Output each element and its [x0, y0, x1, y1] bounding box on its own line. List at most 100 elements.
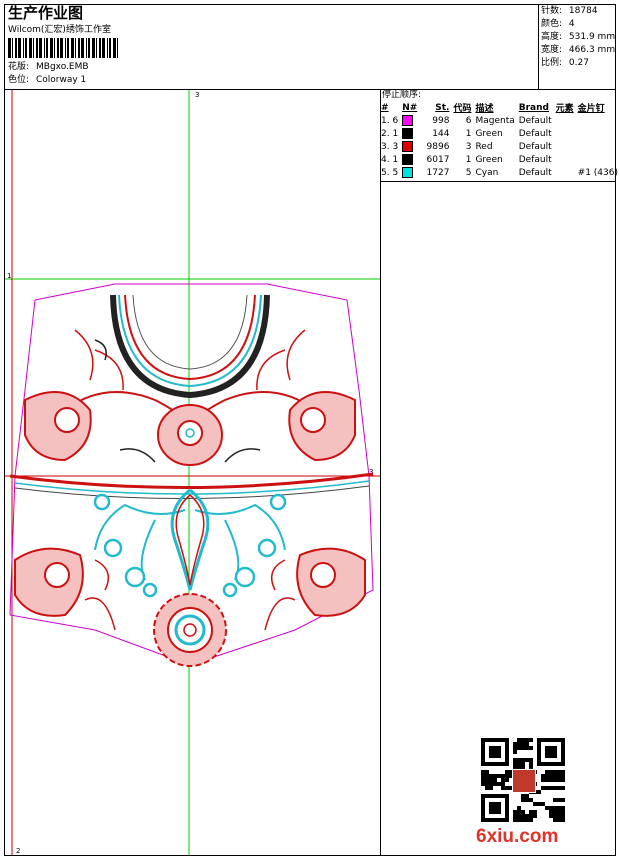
qr-module: [505, 778, 509, 782]
qr-module: [545, 774, 549, 778]
spec-row: 比例: 0.27: [541, 58, 615, 71]
watermark-text: 6xiu.com: [476, 826, 559, 847]
qr-module: [553, 750, 557, 754]
qr-module: [545, 762, 549, 766]
qr-module: [561, 750, 565, 754]
stop-sequence-title: 停止顺序:: [382, 90, 422, 100]
qr-module: [493, 806, 497, 810]
color-swatch: [402, 167, 414, 178]
qr-module: [561, 818, 565, 822]
qr-module: [481, 754, 485, 758]
qr-module: [481, 794, 485, 798]
qr-module: [561, 814, 565, 818]
qr-module: [541, 774, 545, 778]
qr-module: [557, 738, 561, 742]
cell-index: 5. 5: [381, 167, 399, 178]
qr-module: [505, 786, 509, 790]
barcode-bar: [92, 38, 95, 58]
qr-module: [537, 802, 541, 806]
col-code: 代码: [453, 104, 472, 114]
barcode-bar: [39, 38, 42, 58]
qr-module: [489, 778, 493, 782]
table-row: 1. 6 998 6 Magenta Default: [379, 114, 620, 127]
table-header-row: # N# St. 代码 描述 Brand 元素 金片钉: [379, 101, 620, 115]
col-element: 元素: [555, 104, 574, 114]
qr-module: [557, 814, 561, 818]
qr-module: [533, 814, 537, 818]
qr-module: [489, 782, 493, 786]
qr-module: [541, 778, 545, 782]
barcode-bar: [25, 38, 27, 58]
qr-module: [553, 778, 557, 782]
leaf-motif-lower-right: [296, 547, 366, 617]
cell-color-swatch: [400, 166, 422, 179]
qr-module: [537, 742, 541, 746]
qr-module: [501, 738, 505, 742]
qr-module: [529, 814, 533, 818]
qr-module: [517, 758, 521, 762]
qr-module: [553, 786, 557, 790]
qr-module: [517, 814, 521, 818]
qr-module: [545, 738, 549, 742]
color-swatch: [402, 141, 414, 152]
cell-element: [554, 153, 576, 166]
qr-module: [545, 770, 549, 774]
qr-module: [549, 810, 553, 814]
qr-module: [481, 774, 485, 778]
guide-label-left: 1: [7, 272, 11, 280]
qr-module: [561, 770, 565, 774]
cell-stitches: 998: [432, 115, 450, 126]
qr-module: [553, 810, 557, 814]
qr-module: [549, 746, 553, 750]
cell-brand: Default: [518, 128, 552, 139]
qr-module: [505, 810, 509, 814]
cell-description: Cyan: [475, 167, 499, 178]
qr-module: [545, 750, 549, 754]
qr-module: [517, 742, 521, 746]
qr-module: [497, 750, 501, 754]
qr-module: [501, 782, 505, 786]
qr-module: [481, 758, 485, 762]
cell-element: [554, 166, 576, 179]
barcode-bar: [81, 38, 84, 58]
spec-label: 比例:: [541, 58, 563, 68]
red-sprig-lower-left: [84, 559, 116, 631]
cell-stitches: 144: [432, 128, 450, 139]
qr-module: [561, 774, 565, 778]
qr-module: [549, 774, 553, 778]
cell-color-swatch: [400, 153, 422, 166]
qr-module: [497, 746, 501, 750]
qr-module: [489, 818, 493, 822]
page-title: 生产作业图: [8, 4, 84, 22]
table-row: 5. 5 1727 5 Cyan Default #1 (436): [379, 166, 620, 179]
black-sprig-left: [119, 448, 156, 463]
embroidery-design: 3 1 3 2: [5, 90, 380, 855]
qr-module: [525, 798, 529, 802]
qr-module: [505, 750, 509, 754]
specs-list: 针数: 18784 颜色: 4 高度: 531.9 mm 宽度: 466.3 m…: [541, 6, 615, 71]
qr-module: [505, 814, 509, 818]
design-value: MBgxo.EMB: [36, 62, 89, 72]
qr-module: [493, 774, 497, 778]
qr-module: [505, 818, 509, 822]
cell-stitches: 6017: [426, 154, 450, 165]
qr-module: [489, 754, 493, 758]
qr-module: [493, 794, 497, 798]
barcode-bar: [117, 38, 118, 58]
barcode-bar: [54, 38, 55, 58]
qr-module: [529, 746, 533, 750]
qr-module: [525, 818, 529, 822]
barcode-bar: [8, 38, 11, 58]
barcode-bar: [113, 38, 116, 58]
cell-index: 4. 1: [381, 154, 399, 165]
qr-module: [525, 814, 529, 818]
neckline-inner: [132, 294, 248, 370]
center-stem-red: [175, 494, 205, 586]
qr-module: [553, 798, 557, 802]
qr-module: [501, 774, 505, 778]
cell-code: 1: [465, 128, 472, 139]
barcode-bar: [109, 38, 111, 58]
qr-module: [553, 762, 557, 766]
qr-module: [485, 738, 489, 742]
spec-value: 18784: [568, 6, 598, 16]
